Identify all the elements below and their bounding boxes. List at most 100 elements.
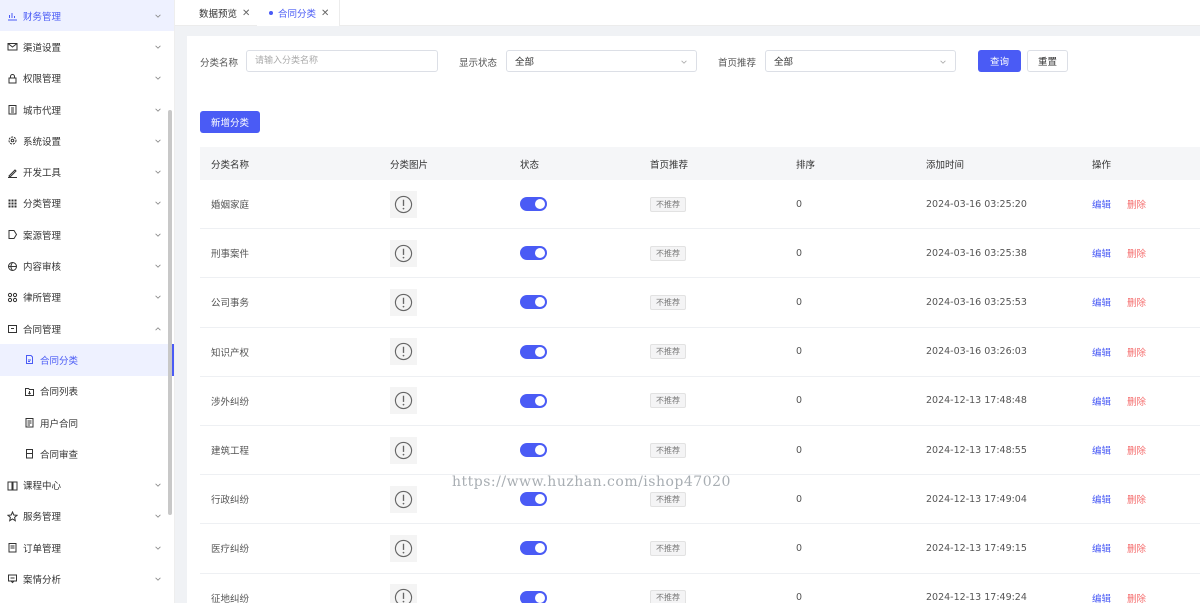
sidebar-item-label: 开发工具 bbox=[23, 168, 62, 180]
chevron-down-icon bbox=[155, 45, 161, 49]
chevron-down-icon bbox=[155, 546, 161, 550]
reset-button[interactable]: 重置 bbox=[1027, 50, 1068, 72]
sidebar-item-label: 用户合同 bbox=[40, 418, 79, 430]
table-row: 婚姻家庭 不推荐 0 2024-03-16 03:25:20 编辑 删除 bbox=[200, 180, 1200, 230]
status-toggle[interactable] bbox=[520, 197, 547, 212]
delete-link[interactable]: 删除 bbox=[1127, 295, 1146, 309]
sort-value: 0 bbox=[796, 346, 803, 358]
category-name: 征地纠纷 bbox=[211, 593, 250, 603]
sidebar-item-label: 合同管理 bbox=[23, 324, 62, 336]
edit-link[interactable]: 编辑 bbox=[1092, 394, 1111, 408]
edit-link[interactable]: 编辑 bbox=[1092, 591, 1111, 603]
sidebar-item-label: 案情分析 bbox=[23, 574, 62, 586]
sidebar-item[interactable]: 合同分类 bbox=[0, 344, 174, 376]
tab-label: 数据预览 bbox=[199, 9, 238, 20]
chevron-down-icon bbox=[155, 170, 161, 174]
sidebar-item[interactable]: 合同审查 bbox=[0, 438, 174, 469]
edit-link[interactable]: 编辑 bbox=[1092, 492, 1111, 506]
status-toggle[interactable] bbox=[520, 295, 547, 310]
sidebar-item[interactable]: 服务管理 bbox=[0, 501, 174, 532]
sidebar-item[interactable]: 合同列表 bbox=[0, 376, 174, 407]
chevron-down-icon bbox=[155, 577, 161, 581]
delete-link[interactable]: 删除 bbox=[1127, 443, 1146, 457]
tab-data-preview[interactable]: 数据预览 ✕ bbox=[187, 0, 262, 26]
grid-icon bbox=[7, 198, 18, 209]
sidebar-item[interactable]: 课程中心 bbox=[0, 469, 174, 500]
file-check-icon bbox=[24, 448, 35, 459]
close-icon[interactable]: ✕ bbox=[321, 8, 329, 19]
created-time: 2024-03-16 03:25:38 bbox=[926, 247, 1027, 259]
category-name: 刑事案件 bbox=[211, 249, 250, 261]
category-table: 分类名称 分类图片 状态 首页推荐 排序 添加时间 操作 婚姻家庭 不推荐 0 202… bbox=[200, 147, 1200, 603]
home-recommend-value: 全部 bbox=[774, 57, 794, 68]
close-icon[interactable]: ✕ bbox=[242, 8, 250, 19]
edit-link[interactable]: 编辑 bbox=[1092, 443, 1111, 457]
sidebar: 财务管理 渠道设置 权限管理 城市代理 系统设置开发工具分类管理 案源管理 内容审核律所管理… bbox=[0, 0, 175, 603]
sort-value: 0 bbox=[796, 592, 803, 603]
status-toggle[interactable] bbox=[520, 443, 547, 458]
edit-link[interactable]: 编辑 bbox=[1092, 197, 1111, 211]
query-button[interactable]: 查询 bbox=[978, 50, 1021, 72]
delete-link[interactable]: 删除 bbox=[1127, 541, 1146, 555]
delete-link[interactable]: 删除 bbox=[1127, 197, 1146, 211]
home-recommend-select[interactable]: 全部 bbox=[765, 50, 956, 72]
category-name: 知识产权 bbox=[211, 347, 250, 359]
sidebar-item[interactable]: 律所管理 bbox=[0, 282, 174, 313]
pen-icon bbox=[7, 167, 18, 178]
sidebar-item[interactable]: 渠道设置 bbox=[0, 31, 174, 62]
sidebar-item[interactable]: 系统设置 bbox=[0, 125, 174, 156]
table-body: 婚姻家庭 不推荐 0 2024-03-16 03:25:20 编辑 删除 刑事案件 不推荐 0 2… bbox=[200, 180, 1200, 603]
created-time: 2024-12-13 17:49:15 bbox=[926, 542, 1027, 554]
category-name-input[interactable] bbox=[246, 50, 438, 72]
status-toggle[interactable] bbox=[520, 246, 547, 261]
sidebar-scrollbar[interactable] bbox=[168, 110, 172, 515]
sidebar-item[interactable]: 合同管理 bbox=[0, 313, 174, 344]
status-toggle[interactable] bbox=[520, 541, 547, 556]
edit-link[interactable]: 编辑 bbox=[1092, 345, 1111, 359]
edit-link[interactable]: 编辑 bbox=[1092, 541, 1111, 555]
sidebar-item[interactable]: 财务管理 bbox=[0, 0, 174, 32]
category-image bbox=[390, 436, 417, 464]
globe-icon bbox=[7, 261, 18, 272]
status-toggle[interactable] bbox=[520, 344, 547, 359]
sidebar-item[interactable]: 分类管理 bbox=[0, 188, 174, 219]
chevron-down-icon bbox=[155, 514, 161, 519]
sidebar-item-label: 律所管理 bbox=[23, 293, 62, 305]
category-image bbox=[390, 190, 417, 218]
sidebar-item[interactable]: 案源管理 bbox=[0, 219, 174, 250]
delete-link[interactable]: 删除 bbox=[1127, 492, 1146, 506]
delete-link[interactable]: 删除 bbox=[1127, 246, 1146, 260]
category-image bbox=[390, 387, 417, 415]
sidebar-item[interactable]: 案情分析 bbox=[0, 563, 174, 594]
status-toggle[interactable] bbox=[520, 590, 547, 603]
delete-link[interactable]: 删除 bbox=[1127, 591, 1146, 603]
list-icon bbox=[24, 417, 35, 428]
category-name: 建筑工程 bbox=[211, 446, 250, 458]
edit-link[interactable]: 编辑 bbox=[1092, 246, 1111, 260]
sidebar-item[interactable]: 城市代理 bbox=[0, 94, 174, 125]
sidebar-item[interactable]: 开发工具 bbox=[0, 156, 174, 187]
table-row: 征地纠纷 不推荐 0 2024-12-13 17:49:24 编辑 删除 bbox=[200, 574, 1200, 603]
header-op: 操作 bbox=[1092, 159, 1112, 171]
sidebar-item[interactable]: 权限管理 bbox=[0, 63, 174, 94]
sidebar-item-label: 订单管理 bbox=[23, 543, 62, 555]
status-toggle[interactable] bbox=[520, 492, 547, 507]
sidebar-item[interactable]: 用户合同 bbox=[0, 407, 174, 438]
add-category-button[interactable]: 新增分类 bbox=[200, 111, 260, 133]
chevron-down-icon bbox=[155, 233, 161, 237]
home-recommend-tag: 不推荐 bbox=[650, 491, 686, 507]
delete-link[interactable]: 删除 bbox=[1127, 345, 1146, 359]
created-time: 2024-12-13 17:49:04 bbox=[926, 493, 1027, 505]
apps-icon bbox=[7, 292, 18, 303]
alert-circle-icon bbox=[394, 539, 413, 558]
status-toggle[interactable] bbox=[520, 393, 547, 408]
display-status-select[interactable]: 全部 bbox=[506, 50, 697, 72]
sidebar-item[interactable]: 内容审核 bbox=[0, 250, 174, 281]
table-row: 涉外纠纷 不推荐 0 2024-12-13 17:48:48 编辑 删除 bbox=[200, 377, 1200, 426]
tab-contract-category[interactable]: 合同分类 ✕ bbox=[257, 0, 341, 26]
delete-link[interactable]: 删除 bbox=[1127, 394, 1146, 408]
sidebar-item[interactable]: 订单管理 bbox=[0, 532, 174, 563]
table-row: 刑事案件 不推荐 0 2024-03-16 03:25:38 编辑 删除 bbox=[200, 229, 1200, 279]
home-recommend-tag: 不推荐 bbox=[650, 294, 686, 310]
edit-link[interactable]: 编辑 bbox=[1092, 295, 1111, 309]
